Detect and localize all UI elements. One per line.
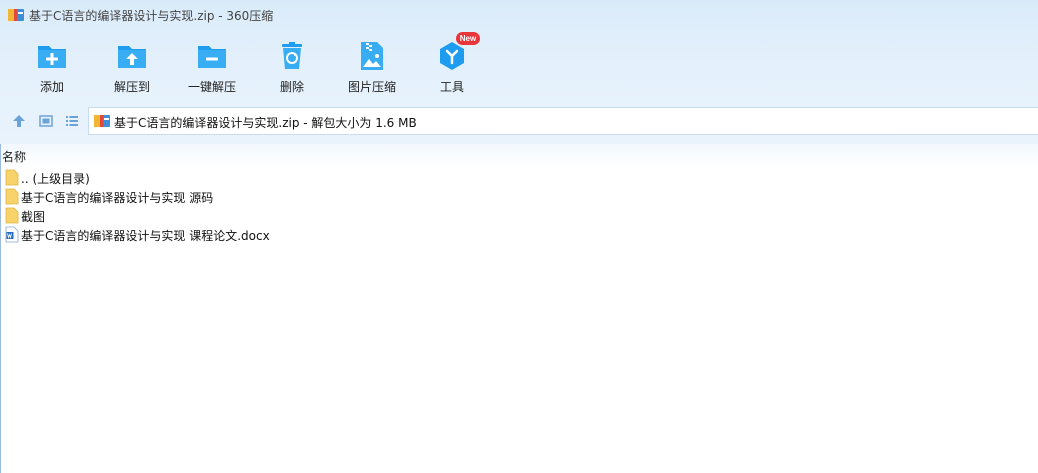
one-click-folder-icon <box>198 46 226 68</box>
file-name: 截图 <box>21 210 46 224</box>
add-folder-icon <box>38 46 66 68</box>
navigation-row: 基于C语言的编译器设计与实现.zip - 解包大小为 1.6 MB <box>0 106 1038 138</box>
new-badge: New <box>456 32 480 45</box>
window-title: 基于C语言的编译器设计与实现.zip - 360压缩 <box>29 9 274 23</box>
list-item-document[interactable]: 基于C语言的编译器设计与实现 课程论文.docx <box>0 225 1038 244</box>
tools-button[interactable]: 工具 <box>412 38 492 98</box>
title-bar: 基于C语言的编译器设计与实现.zip - 360压缩 <box>0 0 1038 30</box>
file-name: .. (上级目录) <box>21 172 90 186</box>
column-header: 名称 <box>0 144 1038 166</box>
up-arrow-icon[interactable] <box>12 114 26 128</box>
folder-icon <box>5 207 19 224</box>
extract-folder-icon <box>118 46 146 68</box>
address-bar[interactable]: 基于C语言的编译器设计与实现.zip - 解包大小为 1.6 MB <box>88 107 1038 135</box>
image-compress-button[interactable]: 图片压缩 <box>332 38 412 98</box>
file-name: 基于C语言的编译器设计与实现 课程论文.docx <box>21 229 270 243</box>
file-name: 基于C语言的编译器设计与实现 源码 <box>21 191 214 205</box>
extract-to-button[interactable]: 解压到 <box>92 38 172 98</box>
list-item-parent-directory[interactable]: .. (上级目录) <box>0 168 1038 187</box>
add-label: 添加 <box>39 80 64 94</box>
column-name[interactable]: 名称 <box>2 148 26 165</box>
image-compress-label: 图片压缩 <box>347 80 396 94</box>
file-list: .. (上级目录) 基于C语言的编译器设计与实现 源码 截图 基于C语言的编译器… <box>0 168 1038 244</box>
word-document-icon <box>5 226 19 243</box>
extract-to-label: 解压到 <box>113 80 150 94</box>
folder-icon <box>5 169 19 186</box>
list-view-icon[interactable] <box>65 114 79 128</box>
archive-icon <box>8 9 24 21</box>
toolbar: 添加 解压到 一键解压 删除 图片压缩 工具 New <box>0 32 1038 100</box>
top-panel: 基于C语言的编译器设计与实现.zip - 360压缩 添加 解压到 一键解压 删… <box>0 0 1038 144</box>
one-click-extract-label: 一键解压 <box>187 80 236 94</box>
image-zip-icon <box>361 42 383 70</box>
thumbnail-view-icon[interactable] <box>39 114 53 128</box>
archive-icon <box>94 115 110 127</box>
delete-label: 删除 <box>279 80 304 94</box>
address-path: 基于C语言的编译器设计与实现.zip - 解包大小为 1.6 MB <box>114 116 417 130</box>
one-click-extract-button[interactable]: 一键解压 <box>172 38 252 98</box>
folder-icon <box>5 188 19 205</box>
recycle-bin-icon <box>282 42 302 69</box>
delete-button[interactable]: 删除 <box>252 38 332 98</box>
add-button[interactable]: 添加 <box>12 38 92 98</box>
list-item-folder[interactable]: 基于C语言的编译器设计与实现 源码 <box>0 187 1038 206</box>
list-item-folder[interactable]: 截图 <box>0 206 1038 225</box>
tools-label: 工具 <box>439 80 464 94</box>
